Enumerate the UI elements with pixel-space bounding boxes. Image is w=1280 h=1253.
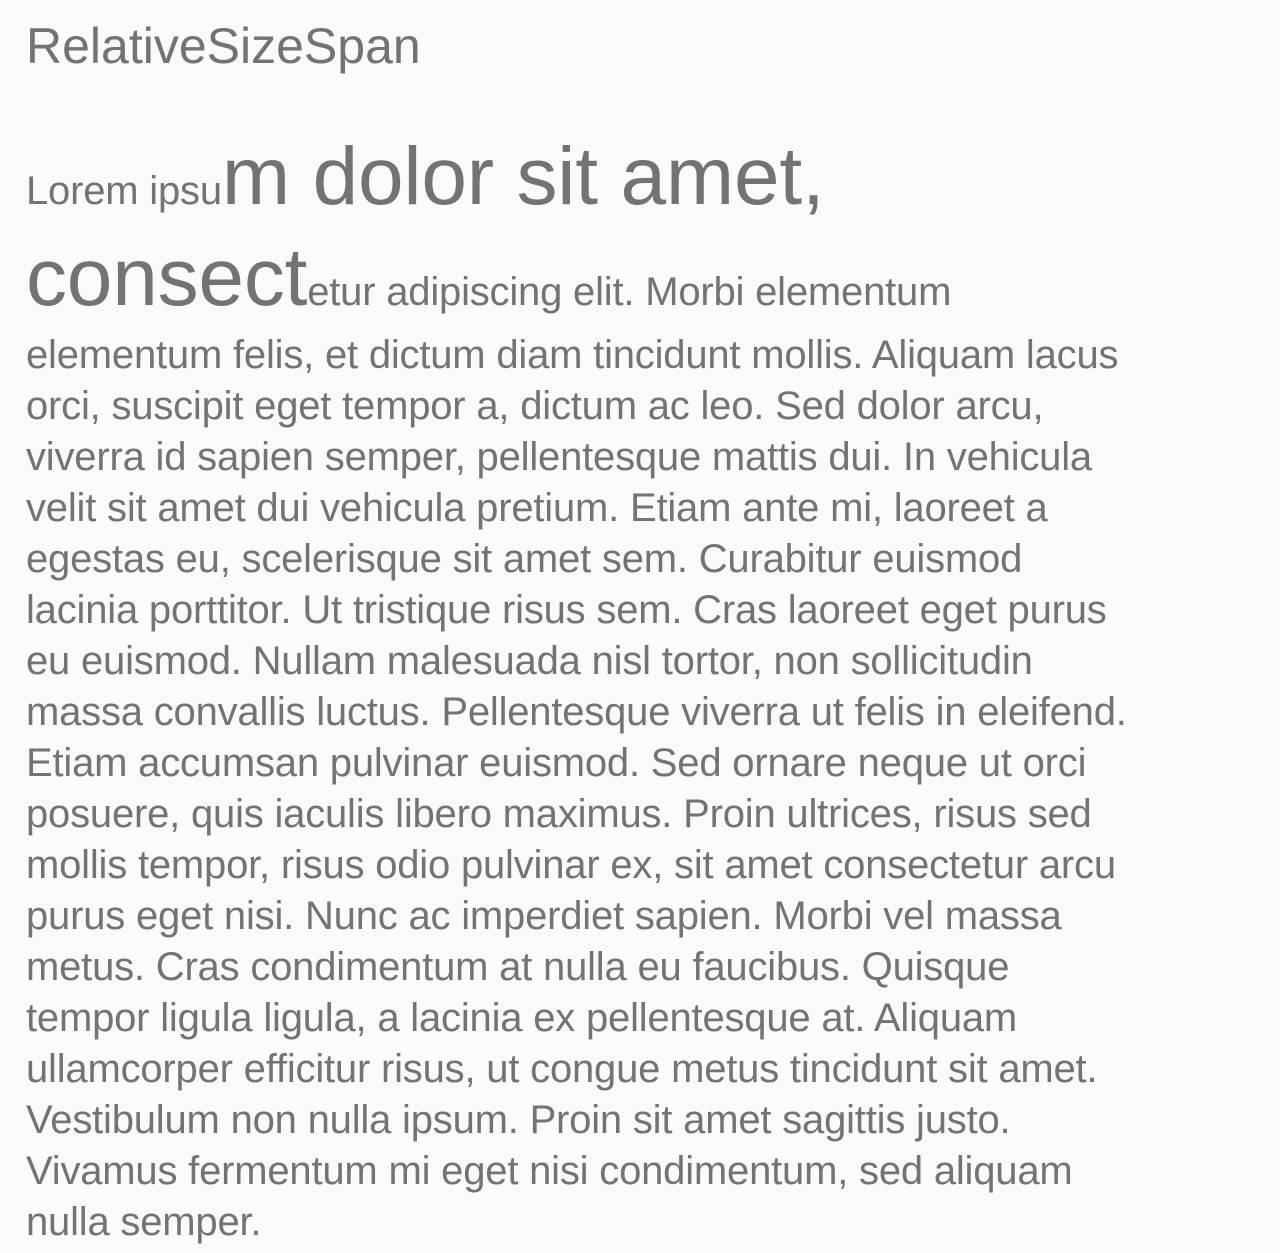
paragraph-line: elementum felis, et dictum diam tincidun… (26, 333, 1119, 377)
normal-size-text-segment: etur adipiscing elit. Morbi elementum (307, 270, 952, 314)
paragraph-line: Vestibulum non nulla ipsum. Proin sit am… (26, 1098, 1011, 1142)
paragraph-line: tempor ligula ligula, a lacinia ex pelle… (26, 996, 1018, 1040)
paragraph-line: massa convallis luctus. Pellentesque viv… (26, 690, 1127, 734)
paragraph-body-lines: elementum felis, et dictum diam tincidun… (26, 330, 1260, 1248)
normal-size-text-segment: Lorem ipsu (26, 169, 222, 213)
paragraph-line: Vivamus fermentum mi eget nisi condiment… (26, 1149, 1073, 1193)
paragraph-line: eu euismod. Nullam malesuada nisl tortor… (26, 639, 1033, 683)
paragraph-line: Etiam accumsan pulvinar euismod. Sed orn… (26, 741, 1087, 785)
paragraph-line: nulla semper. (26, 1200, 262, 1244)
paragraph-line-1: Lorem ipsu m dolor sit amet, (26, 126, 1260, 228)
paragraph-line-2: consect etur adipiscing elit. Morbi elem… (26, 228, 1260, 328)
paragraph-line: velit sit amet dui vehicula pretium. Eti… (26, 486, 1048, 530)
relative-size-span-screen: RelativeSizeSpan Lorem ipsu m dolor sit … (0, 0, 1280, 1253)
relative-size-text-segment: m dolor sit amet, (221, 131, 825, 222)
page-title: RelativeSizeSpan (26, 18, 421, 74)
paragraph-line: purus eget nisi. Nunc ac imperdiet sapie… (26, 894, 1062, 938)
paragraph-line: metus. Cras condimentum at nulla eu fauc… (26, 945, 1010, 989)
paragraph-line: viverra id sapien semper, pellentesque m… (26, 435, 1092, 479)
relative-size-paragraph: Lorem ipsu m dolor sit amet, consect etu… (26, 126, 1260, 1248)
relative-size-text-segment: consect (26, 232, 308, 323)
paragraph-line: ullamcorper efficitur risus, ut congue m… (26, 1047, 1098, 1091)
paragraph-line: posuere, quis iaculis libero maximus. Pr… (26, 792, 1092, 836)
paragraph-line: mollis tempor, risus odio pulvinar ex, s… (26, 843, 1116, 887)
paragraph-line: egestas eu, scelerisque sit amet sem. Cu… (26, 537, 1023, 581)
paragraph-line: orci, suscipit eget tempor a, dictum ac … (26, 384, 1044, 428)
paragraph-line: lacinia porttitor. Ut tristique risus se… (26, 588, 1107, 632)
